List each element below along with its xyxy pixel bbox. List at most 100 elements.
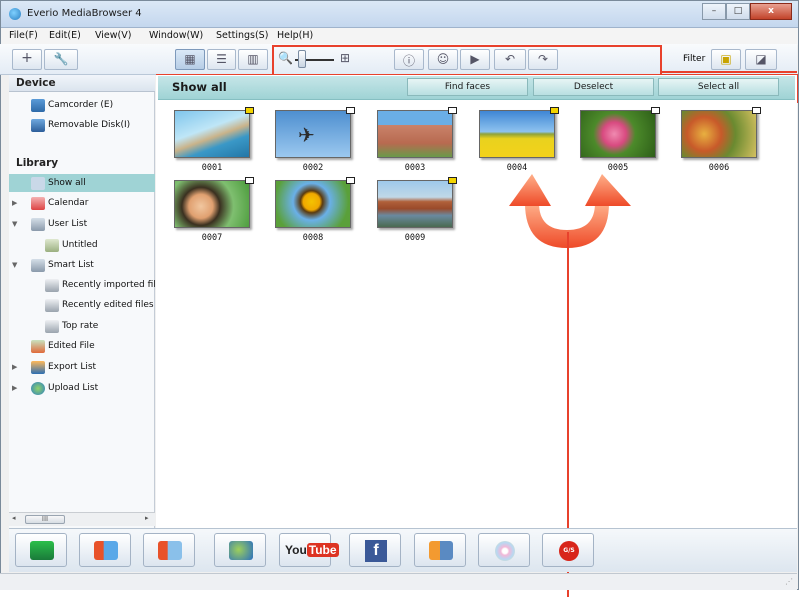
scroll-thumb[interactable]: III [25, 515, 65, 524]
menu-settings[interactable]: Settings(S) [216, 30, 268, 41]
show-all-icon [31, 176, 45, 190]
gs-icon: G/S [559, 541, 579, 561]
sidebar-item-label: Smart List [48, 260, 94, 270]
import-icon [30, 541, 54, 560]
sidebar-item-label: Edited File [48, 341, 95, 351]
gs-button[interactable]: G/S [542, 533, 594, 567]
thumbnail-caption: 0001 [201, 163, 223, 173]
youtube-button[interactable]: You Tube [279, 533, 339, 567]
deselect-button[interactable]: Deselect [533, 78, 654, 96]
sidebar-item-export-list[interactable]: Export List [31, 358, 96, 376]
disc-button[interactable] [478, 533, 530, 567]
library-header: Library [16, 157, 59, 169]
collapse-arrow-icon[interactable]: ▼ [12, 220, 17, 228]
close-button[interactable]: x [750, 3, 792, 20]
import-button[interactable] [15, 533, 67, 567]
menu-file[interactable]: File(F) [9, 30, 38, 41]
filter-media-button[interactable]: ▣ [711, 49, 741, 70]
thumbnail-image [377, 110, 453, 158]
collapse-arrow-icon[interactable]: ▼ [12, 261, 17, 269]
grid-view-icon: ▦ [184, 52, 196, 66]
find-faces-button[interactable]: Find faces [407, 78, 528, 96]
device-removable-disk[interactable]: Removable Disk(I) [31, 116, 130, 134]
sidebar-item-upload-list[interactable]: Upload List [31, 379, 98, 397]
calendar-view-button[interactable]: ▥ [238, 49, 268, 70]
sidebar-scrollbar[interactable]: ◂ III ▸ [9, 512, 155, 526]
filter-rating-button[interactable]: ◪ [745, 49, 777, 70]
device-label: Camcorder (E) [48, 100, 114, 110]
thumbnail-image [479, 110, 555, 158]
globe-icon [229, 541, 253, 560]
photo-badge-icon [550, 107, 559, 114]
upload-icon [31, 381, 45, 395]
expand-arrow-icon[interactable]: ▶ [12, 384, 17, 392]
export-film-icon [429, 541, 453, 560]
window-controls: – □ x [702, 3, 792, 20]
thumbnail-caption: 0008 [302, 233, 324, 243]
menu-view[interactable]: View(V) [95, 30, 131, 41]
thumbnail-caption: 0007 [201, 233, 223, 243]
bottom-toolbar: You Tube f G/S [9, 528, 797, 572]
album-icon [45, 238, 59, 252]
expand-arrow-icon[interactable]: ▶ [12, 363, 17, 371]
sidebar-item-smart-list[interactable]: Smart List [31, 256, 94, 274]
video-badge-icon [346, 177, 355, 184]
calendar-icon [31, 196, 45, 210]
trim-button[interactable] [143, 533, 195, 567]
add-button[interactable]: + [12, 49, 42, 70]
video-badge-icon [448, 107, 457, 114]
sidebar-item-label: Calendar [48, 198, 89, 208]
menu-window[interactable]: Window(W) [149, 30, 203, 41]
sidebar-item-untitled[interactable]: Untitled [45, 236, 98, 254]
scissors-film-icon [94, 541, 118, 560]
sidebar-item-label: Show all [48, 178, 86, 188]
minimize-button[interactable]: – [702, 3, 726, 20]
disc-icon [495, 541, 515, 561]
sidebar-item-label: User List [48, 219, 88, 229]
sidebar-item-label: Upload List [48, 383, 99, 393]
facebook-icon: f [365, 540, 387, 562]
maximize-button[interactable]: □ [726, 3, 750, 20]
edit-video-button[interactable] [79, 533, 131, 567]
tools-button[interactable]: 🔧 [44, 49, 78, 70]
export-button[interactable] [414, 533, 466, 567]
thumbnail-image [580, 110, 656, 158]
device-label: Removable Disk(I) [48, 120, 131, 130]
thumbnail-caption: 0002 [302, 163, 324, 173]
window-title: Everio MediaBrowser 4 [27, 8, 142, 19]
thumbnail-image [377, 180, 453, 228]
sidebar-item-label: Top rate [62, 321, 99, 331]
expand-arrow-icon[interactable]: ▶ [12, 199, 17, 207]
sidebar-item-show-all[interactable]: Show all [9, 174, 155, 192]
facebook-button[interactable]: f [349, 533, 401, 567]
menu-help[interactable]: Help(H) [277, 30, 313, 41]
thumbnail-caption: 0003 [404, 163, 426, 173]
menu-edit[interactable]: Edit(E) [49, 30, 81, 41]
list-view-button[interactable]: ☰ [207, 49, 236, 70]
sidebar-item-top-rate[interactable]: Top rate [45, 317, 98, 335]
smart-list-icon [31, 258, 45, 272]
sidebar-item-label: Export List [48, 362, 97, 372]
sidebar-item-label: Recently edited files [62, 300, 154, 310]
web-upload-button[interactable] [214, 533, 266, 567]
sidebar-item-user-list[interactable]: User List [31, 215, 87, 233]
filter-rating-icon: ◪ [755, 52, 767, 66]
scroll-right-icon[interactable]: ▸ [145, 514, 149, 522]
thumbnail-view-button[interactable]: ▦ [175, 49, 205, 70]
select-all-button[interactable]: Select all [658, 78, 779, 96]
resize-grip-icon[interactable]: ⋰ [785, 577, 793, 586]
sidebar-item-recently-edited[interactable]: Recently edited files [45, 296, 154, 314]
title-bar: Everio MediaBrowser 4 – □ x [1, 1, 798, 28]
sidebar-item-edited-file[interactable]: Edited File [31, 337, 95, 355]
scissors-icon [158, 541, 182, 560]
scroll-left-icon[interactable]: ◂ [12, 514, 16, 522]
swap-arrows-icon [509, 174, 631, 248]
device-camcorder[interactable]: Camcorder (E) [31, 96, 113, 114]
view-header: Show all Find faces Deselect Select all [158, 76, 795, 100]
user-list-icon [31, 217, 45, 231]
sidebar-item-recently-imported[interactable]: Recently imported files [45, 276, 166, 294]
sidebar-item-calendar[interactable]: Calendar [31, 194, 88, 212]
status-bar: ⋰ [0, 573, 797, 590]
sidebar: Device Camcorder (E) Removable Disk(I) L… [9, 75, 166, 528]
thumbnail-image [174, 180, 250, 228]
